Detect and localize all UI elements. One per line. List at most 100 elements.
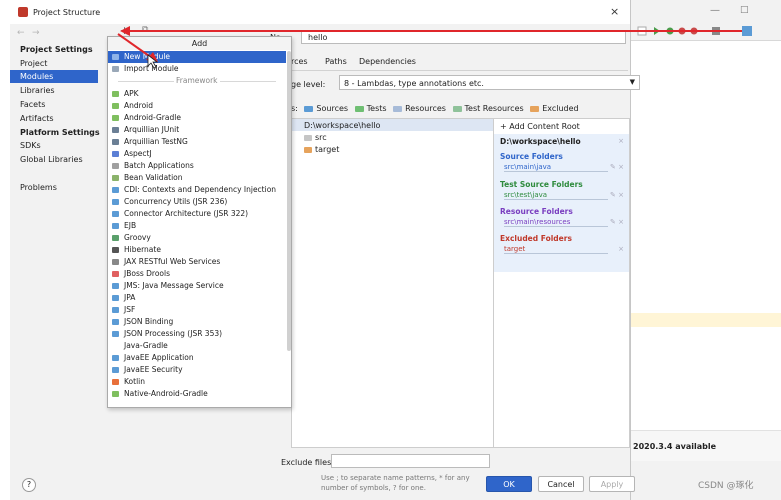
sidebar-item-sdks[interactable]: SDKs xyxy=(10,139,98,152)
menu-item-framework[interactable]: JAX RESTful Web Services xyxy=(108,256,286,268)
remove-icon[interactable]: × xyxy=(618,245,624,253)
framework-icon xyxy=(112,367,119,373)
ide-highlight-line xyxy=(630,313,781,327)
test-resources-folder-icon xyxy=(452,105,462,112)
framework-icon xyxy=(112,91,119,97)
menu-item-framework[interactable]: JMS: Java Message Service xyxy=(108,280,286,292)
mark-as-row: s: Sources Tests Resources Test Resource… xyxy=(291,104,579,113)
add-popup-menu: Add New Module Import Module Framework A… xyxy=(107,36,292,408)
menu-item-framework[interactable]: Concurrency Utils (JSR 236) xyxy=(108,196,286,208)
framework-icon xyxy=(112,139,119,145)
help-button[interactable]: ? xyxy=(22,478,36,492)
module-name-field[interactable]: hello xyxy=(301,30,626,44)
menu-item-framework[interactable]: Bean Validation xyxy=(108,172,286,184)
menu-item-label: JMS: Java Message Service xyxy=(124,281,224,290)
mark-resources-button[interactable]: Resources xyxy=(405,104,446,113)
menu-item-framework[interactable]: EJB xyxy=(108,220,286,232)
tab-dependencies[interactable]: Dependencies xyxy=(359,57,416,66)
source-folders-heading: Source Folders xyxy=(500,152,563,161)
tab-sources[interactable]: rces xyxy=(291,57,308,66)
menu-item-framework[interactable]: JPA xyxy=(108,292,286,304)
menu-item-framework[interactable]: JSON Processing (JSR 353) xyxy=(108,328,286,340)
tree-node-src[interactable]: src xyxy=(304,133,327,142)
tab-paths[interactable]: Paths xyxy=(325,57,347,66)
excluded-folders-heading: Excluded Folders xyxy=(500,234,572,243)
ide-toolbar xyxy=(630,22,781,41)
remove-icon[interactable]: × xyxy=(618,137,624,145)
sidebar-item-project[interactable]: Project xyxy=(10,57,98,70)
sidebar-item-modules[interactable]: Modules xyxy=(10,70,98,83)
minimize-icon[interactable]: — xyxy=(710,5,720,16)
menu-item-framework[interactable]: APK xyxy=(108,88,286,100)
menu-item-label: JBoss Drools xyxy=(124,269,171,278)
menu-item-label: EJB xyxy=(124,221,137,230)
menu-item-framework[interactable]: Native-Android-Gradle xyxy=(108,388,286,400)
framework-icon xyxy=(112,103,119,109)
framework-icon xyxy=(112,247,119,253)
framework-icon xyxy=(112,271,119,277)
menu-item-framework[interactable]: JSF xyxy=(108,304,286,316)
menu-item-label: Java-Gradle xyxy=(124,341,168,350)
exclude-files-input[interactable] xyxy=(331,454,490,468)
menu-item-framework[interactable]: JSON Binding xyxy=(108,316,286,328)
copy-icon[interactable]: ⧉ xyxy=(142,25,148,35)
menu-item-framework[interactable]: JBoss Drools xyxy=(108,268,286,280)
content-root-card: D:\workspace\hello × Source Folders src\… xyxy=(494,134,629,272)
remove-icon[interactable]: ✎ × xyxy=(610,218,624,226)
sidebar-item-global-libraries[interactable]: Global Libraries xyxy=(10,153,98,166)
framework-icon xyxy=(112,127,119,133)
remove-icon[interactable]: ✎ × xyxy=(610,163,624,171)
sidebar-item-artifacts[interactable]: Artifacts xyxy=(10,112,98,125)
cancel-button[interactable]: Cancel xyxy=(538,476,584,492)
menu-item-framework[interactable]: JavaEE Application xyxy=(108,352,286,364)
platform-settings-heading: Platform Settings xyxy=(20,128,100,137)
menu-item-framework[interactable]: Arquillian JUnit xyxy=(108,124,286,136)
sidebar-item-problems[interactable]: Problems xyxy=(10,181,98,194)
content-roots-panel: + Add Content Root D:\workspace\hello × … xyxy=(493,118,630,448)
mark-as-label: s: xyxy=(291,104,298,113)
popup-scrollbar[interactable] xyxy=(287,51,291,351)
maximize-icon[interactable]: □ xyxy=(740,5,749,15)
forward-arrow-icon[interactable]: → xyxy=(32,28,40,38)
apply-button[interactable]: Apply xyxy=(589,476,635,492)
ok-button[interactable]: OK xyxy=(486,476,532,492)
mark-tests-button[interactable]: Tests xyxy=(367,104,387,113)
menu-item-label: Concurrency Utils (JSR 236) xyxy=(124,197,228,206)
sidebar-item-facets[interactable]: Facets xyxy=(10,98,98,111)
mark-excluded-button[interactable]: Excluded xyxy=(542,104,578,113)
menu-item-label: Native-Android-Gradle xyxy=(124,389,208,398)
menu-item-framework[interactable]: AspectJ xyxy=(108,148,286,160)
menu-item-label: New Module xyxy=(124,52,171,61)
language-level-select[interactable]: 8 - Lambdas, type annotations etc. ▼ xyxy=(339,75,640,90)
back-arrow-icon[interactable]: ← xyxy=(17,28,25,38)
menu-item-framework[interactable]: Arquillian TestNG xyxy=(108,136,286,148)
menu-item-label: Batch Applications xyxy=(124,161,194,170)
framework-icon xyxy=(112,187,119,193)
menu-item-framework[interactable]: Hibernate xyxy=(108,244,286,256)
menu-item-label: JAX RESTful Web Services xyxy=(124,257,221,266)
add-content-root-button[interactable]: + Add Content Root xyxy=(500,122,580,131)
update-notice[interactable]: 2020.3.4 available xyxy=(633,442,716,451)
menu-item-framework[interactable]: Java-Gradle xyxy=(108,340,286,352)
menu-item-import-module[interactable]: Import Module xyxy=(108,63,286,75)
mark-test-resources-button[interactable]: Test Resources xyxy=(465,104,524,113)
menu-item-framework[interactable]: Connector Architecture (JSR 322) xyxy=(108,208,286,220)
mark-sources-button[interactable]: Sources xyxy=(316,104,348,113)
remove-icon[interactable]: ✎ × xyxy=(610,191,624,199)
tree-node-target[interactable]: target xyxy=(304,145,339,154)
menu-item-new-module[interactable]: New Module xyxy=(108,51,286,63)
menu-item-label: AspectJ xyxy=(124,149,152,158)
menu-item-label: Android-Gradle xyxy=(124,113,181,122)
sidebar-item-libraries[interactable]: Libraries xyxy=(10,84,98,97)
menu-item-framework[interactable]: Batch Applications xyxy=(108,160,286,172)
menu-item-framework[interactable]: Android-Gradle xyxy=(108,112,286,124)
menu-item-framework[interactable]: Groovy xyxy=(108,232,286,244)
menu-item-label: Kotlin xyxy=(124,377,145,386)
menu-item-framework[interactable]: CDI: Contexts and Dependency Injection xyxy=(108,184,286,196)
tree-root-row[interactable]: D:\workspace\hello xyxy=(292,119,493,131)
menu-item-label: Hibernate xyxy=(124,245,161,254)
close-icon[interactable]: × xyxy=(610,5,619,18)
menu-item-framework[interactable]: Android xyxy=(108,100,286,112)
menu-item-framework[interactable]: Kotlin xyxy=(108,376,286,388)
menu-item-framework[interactable]: JavaEE Security xyxy=(108,364,286,376)
